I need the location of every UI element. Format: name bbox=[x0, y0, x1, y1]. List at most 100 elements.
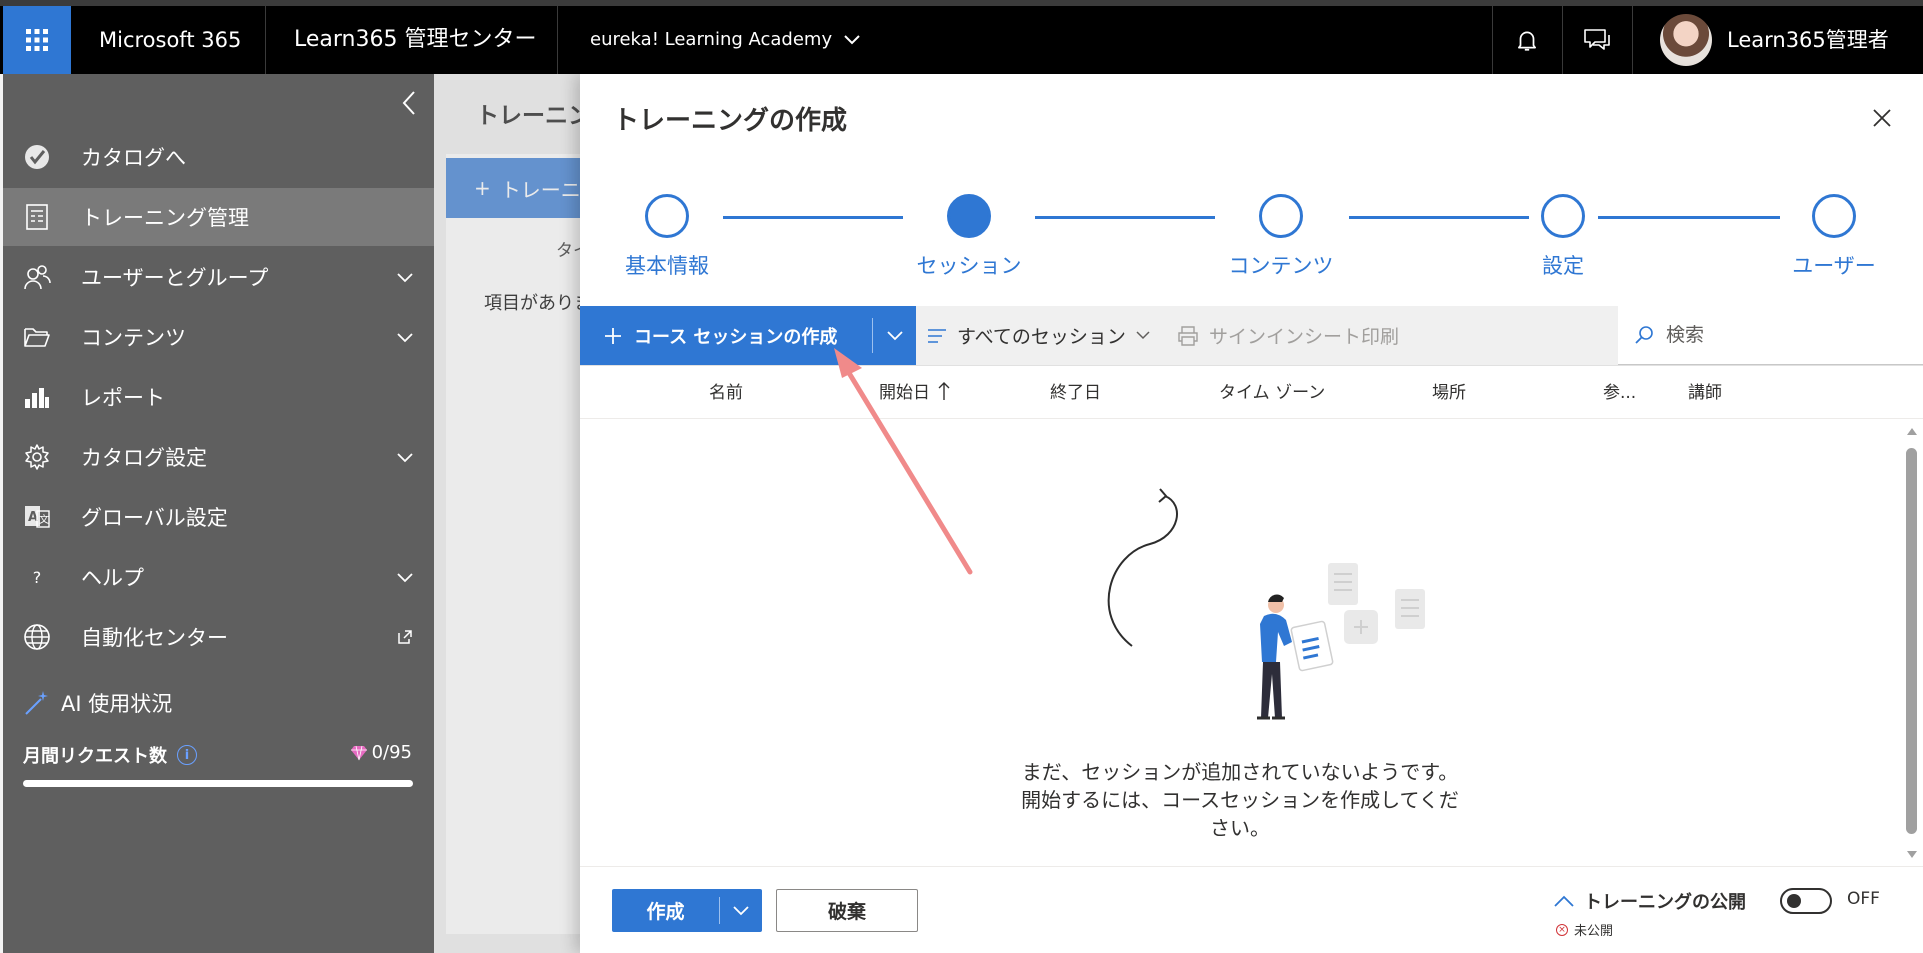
sidebar-item-global-settings[interactable]: A文 グローバル設定 bbox=[3, 488, 434, 546]
ai-usage-title-text: AI 使用状況 bbox=[61, 692, 173, 716]
waffle-icon bbox=[26, 29, 48, 51]
step-connector bbox=[1349, 216, 1529, 219]
monthly-requests-count: 0/95 bbox=[350, 742, 412, 763]
globe-icon bbox=[23, 623, 51, 651]
translate-icon: A文 bbox=[23, 503, 51, 531]
sidebar-item-catalog-settings[interactable]: カタログ設定 bbox=[3, 428, 434, 486]
chevron-down-icon bbox=[844, 35, 860, 45]
column-header-start-date[interactable]: 開始日 bbox=[879, 378, 950, 403]
discard-button[interactable]: 破棄 bbox=[776, 889, 918, 932]
publish-status: × 未公開 bbox=[1556, 920, 1613, 939]
column-header-location[interactable]: 場所 bbox=[1432, 378, 1466, 403]
divider bbox=[1632, 6, 1633, 74]
step-connector bbox=[723, 216, 903, 219]
step-circle-sessions[interactable] bbox=[947, 194, 991, 238]
brand-title[interactable]: Microsoft 365 bbox=[99, 6, 241, 74]
error-circle-icon: × bbox=[1556, 923, 1568, 936]
scroll-up-arrow[interactable] bbox=[1906, 426, 1918, 436]
user-name[interactable]: Learn365管理者 bbox=[1727, 6, 1889, 74]
create-session-label: コース セッションの作成 bbox=[634, 326, 838, 348]
create-session-button[interactable]: コース セッションの作成 bbox=[580, 306, 872, 365]
column-header-end-date[interactable]: 終了日 bbox=[1050, 378, 1101, 403]
magic-wand-icon bbox=[25, 691, 48, 715]
catalog-icon bbox=[23, 143, 51, 171]
panel-title: トレーニングの作成 bbox=[613, 106, 848, 136]
scrollbar-thumb[interactable] bbox=[1906, 448, 1917, 834]
footer-divider bbox=[580, 866, 1923, 867]
ai-usage-title: AI 使用状況 bbox=[23, 688, 172, 718]
sidebar-item-reports[interactable]: レポート bbox=[3, 368, 434, 426]
sidebar-item-catalog[interactable]: カタログへ bbox=[3, 128, 434, 186]
chart-icon bbox=[23, 383, 51, 411]
left-navigation: カタログへ トレーニング管理 ユーザーとグループ コンテンツ レポート カタログ… bbox=[3, 74, 434, 953]
session-filter-dropdown[interactable]: すべてのセッション bbox=[927, 306, 1150, 365]
create-training-panel: トレーニングの作成 基本情報 セッション コンテンツ 設定 ユーザー コース セ… bbox=[580, 74, 1923, 953]
search-input[interactable] bbox=[1664, 323, 1888, 347]
tenant-selector[interactable]: eureka! Learning Academy bbox=[590, 6, 860, 74]
close-icon[interactable] bbox=[1870, 106, 1894, 130]
search-icon bbox=[1635, 326, 1653, 344]
notifications-button[interactable] bbox=[1493, 6, 1561, 74]
column-header-participants[interactable]: 参... bbox=[1603, 378, 1636, 403]
toggle-knob bbox=[1787, 894, 1801, 908]
collapse-nav-icon[interactable] bbox=[398, 88, 422, 118]
feedback-button[interactable] bbox=[1563, 6, 1631, 74]
chevron-down-icon[interactable] bbox=[396, 568, 414, 586]
step-connector bbox=[1598, 216, 1780, 219]
column-header-time-zone[interactable]: タイム ゾーン bbox=[1219, 378, 1325, 403]
search-box bbox=[1618, 306, 1923, 365]
step-label-users[interactable]: ユーザー bbox=[1792, 250, 1876, 280]
step-label-settings[interactable]: 設定 bbox=[1542, 250, 1584, 280]
monthly-requests-text: 月間リクエスト数 bbox=[23, 746, 167, 767]
step-circle-content[interactable] bbox=[1259, 194, 1303, 238]
chevron-up-icon bbox=[1554, 895, 1574, 907]
chevron-down-icon bbox=[886, 330, 903, 340]
sidebar-item-help[interactable]: ? ヘルプ bbox=[3, 548, 434, 606]
step-label-content[interactable]: コンテンツ bbox=[1229, 250, 1334, 280]
publish-training-text: トレーニングの公開 bbox=[1584, 892, 1746, 913]
column-header-start-date-label: 開始日 bbox=[879, 383, 930, 403]
external-link-icon[interactable] bbox=[396, 628, 414, 646]
publish-toggle[interactable] bbox=[1780, 888, 1832, 914]
save-button[interactable]: 作成 bbox=[612, 889, 719, 932]
print-label: サインインシート印刷 bbox=[1209, 326, 1400, 348]
chevron-down-icon[interactable] bbox=[396, 268, 414, 286]
scroll-down-arrow[interactable] bbox=[1906, 850, 1918, 860]
sort-ascending-icon bbox=[938, 381, 950, 400]
step-circle-settings[interactable] bbox=[1541, 194, 1585, 238]
print-signin-sheet-button[interactable]: サインインシート印刷 bbox=[1177, 306, 1399, 365]
column-header-instructor[interactable]: 講師 bbox=[1688, 378, 1722, 403]
sidebar-item-content[interactable]: コンテンツ bbox=[3, 308, 434, 366]
sidebar-item-automation[interactable]: 自動化センター bbox=[3, 608, 434, 666]
sidebar-item-label: グローバル設定 bbox=[81, 506, 228, 530]
save-dropdown[interactable] bbox=[720, 889, 762, 932]
header-divider bbox=[580, 418, 1923, 419]
session-filter-label: すべてのセッション bbox=[957, 326, 1126, 348]
sidebar-item-users[interactable]: ユーザーとグループ bbox=[3, 248, 434, 306]
divider bbox=[557, 6, 558, 74]
step-label-basic-info[interactable]: 基本情報 bbox=[625, 250, 709, 280]
users-icon bbox=[23, 263, 51, 291]
monthly-requests-label: 月間リクエスト数 i bbox=[23, 742, 197, 768]
feedback-icon bbox=[1584, 29, 1610, 50]
empty-state-message: まだ、セッションが追加されていないようです。開始するには、コースセッションを作成… bbox=[1021, 760, 1459, 840]
step-circle-basic-info[interactable] bbox=[645, 194, 689, 238]
gem-icon bbox=[350, 745, 367, 760]
step-label-sessions[interactable]: セッション bbox=[917, 250, 1022, 280]
column-header-name[interactable]: 名前 bbox=[709, 378, 743, 403]
info-icon[interactable]: i bbox=[177, 745, 197, 765]
user-avatar[interactable] bbox=[1660, 14, 1712, 66]
sidebar-item-label: ユーザーとグループ bbox=[81, 266, 269, 290]
chevron-down-icon bbox=[733, 905, 749, 915]
step-circle-users[interactable] bbox=[1812, 194, 1856, 238]
sidebar-item-label: コンテンツ bbox=[81, 326, 186, 350]
sidebar-item-training[interactable]: トレーニング管理 bbox=[3, 188, 434, 246]
chevron-down-icon[interactable] bbox=[396, 448, 414, 466]
create-session-dropdown[interactable] bbox=[873, 306, 916, 365]
chevron-down-icon[interactable] bbox=[396, 328, 414, 346]
sidebar-item-label: カタログ設定 bbox=[81, 446, 207, 470]
sidebar-item-label: 自動化センター bbox=[81, 626, 228, 650]
app-launcher-button[interactable] bbox=[3, 6, 71, 74]
publish-training-toggle-label[interactable]: トレーニングの公開 bbox=[1554, 888, 1746, 914]
app-name[interactable]: Learn365 管理センター bbox=[294, 6, 536, 74]
